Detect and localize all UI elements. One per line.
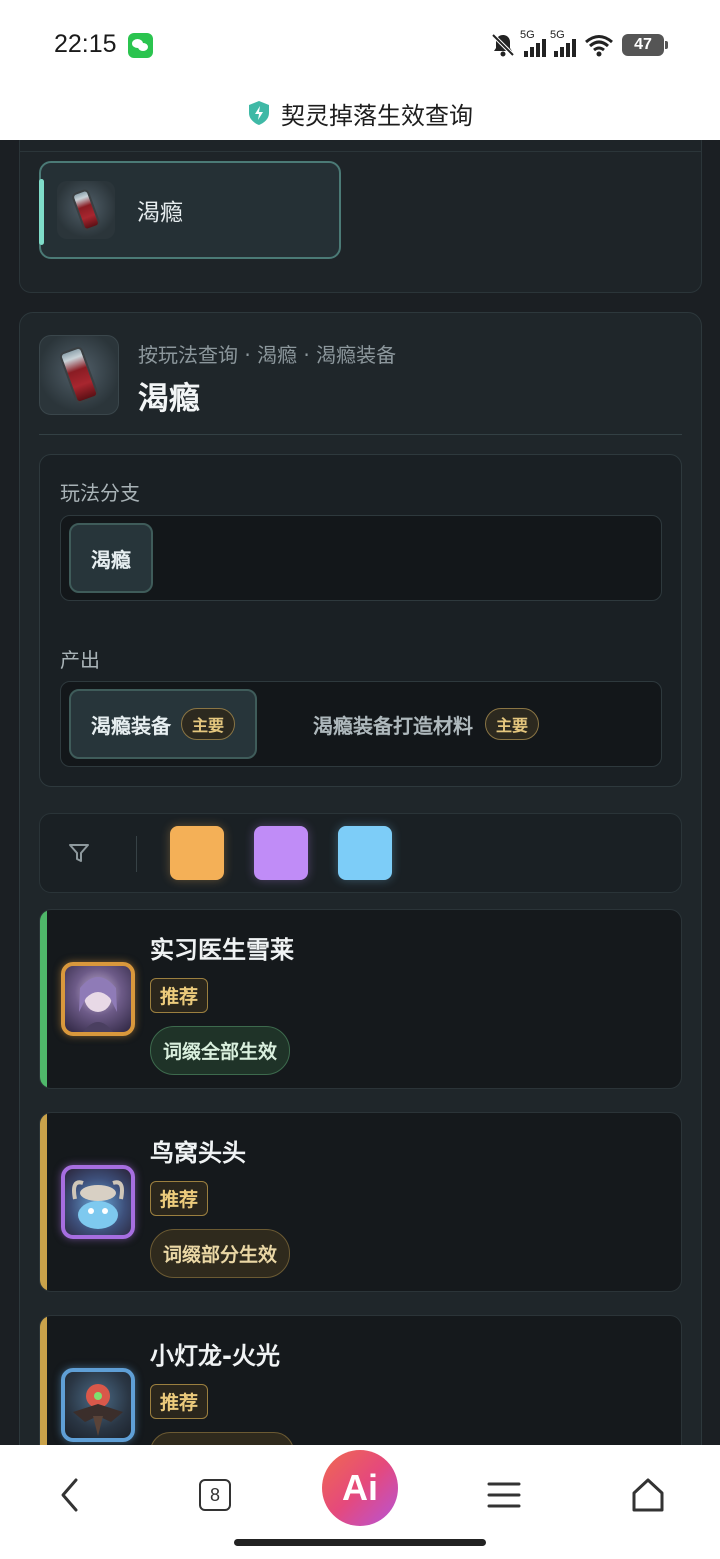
recommend-tag: 推荐 [150,978,209,1013]
ai-button[interactable]: Ai [322,1450,398,1526]
home-indicator [234,1539,486,1546]
signal-icon: 5G [550,29,576,57]
effect-tag: 词缀全部生效 [150,1026,291,1075]
output-chip-active[interactable]: 渴瘾装备 主要 [69,689,258,759]
rarity-swatch-blue[interactable] [338,826,392,880]
rarity-swatch-purple[interactable] [254,826,308,880]
divider [39,434,682,435]
status-icons: 5G 5G 47 [490,29,668,60]
primary-badge: 主要 [181,708,236,740]
wifi-icon [585,35,613,57]
vial-thumbnail [57,181,115,239]
card-name: 鸟窝头头 [150,1139,246,1167]
effect-tag [150,1432,294,1445]
shield-bolt-icon [249,101,269,125]
back-button[interactable] [40,1465,100,1525]
status-time: 22:15 [54,30,117,58]
detail-title: 渴瘾 [138,381,200,417]
home-button[interactable] [618,1465,678,1525]
rarity-swatch-orange[interactable] [170,826,224,880]
separator [136,836,137,872]
card-stripe [40,1113,47,1291]
vial-thumbnail [39,335,119,415]
browser-bottom-nav: 8 Ai [0,1445,720,1559]
card-stripe [40,910,47,1088]
branch-label: 玩法分支 [60,481,140,505]
output-chip-label: 渴瘾装备 [91,713,171,738]
branch-segment: 渴瘾 [60,515,662,601]
output-label: 产出 [60,648,100,672]
output-chip[interactable]: 渴瘾装备打造材料 主要 [313,689,540,759]
mode-option-selected[interactable]: 渴瘾 [39,161,341,259]
output-segment: 渴瘾装备 主要 渴瘾装备打造材料 主要 [60,681,662,767]
rarity-filter-bar [39,813,682,893]
mode-selector-panel: 渴瘾 [19,140,702,293]
avatar-bird-nest [61,1165,135,1239]
primary-badge: 主要 [485,708,540,740]
tabs-button[interactable]: 8 [185,1465,245,1525]
breadcrumb: 按玩法查询 · 渴瘾 · 渴瘾装备 [138,343,397,367]
branch-chip-label: 渴瘾 [91,547,131,572]
result-card[interactable]: 鸟窝头头 推荐 词缀部分生效 [39,1112,682,1292]
detail-panel: 按玩法查询 · 渴瘾 · 渴瘾装备 渴瘾 玩法分支 渴瘾 产出 渴瘾装备 主要 … [19,312,702,1445]
divider [20,151,701,152]
wechat-icon [128,33,153,58]
character-portrait [72,1180,124,1229]
result-card[interactable]: 实习医生雪莱 推荐 词缀全部生效 [39,909,682,1089]
status-bar: 22:15 5G 5G 47 [0,0,720,86]
character-portrait [79,977,117,1032]
home-icon [632,1478,664,1512]
chevron-left-icon [61,1478,78,1512]
result-card[interactable]: 小灯龙-火光 推荐 [39,1315,682,1445]
title-bar: 契灵掉落生效查询 [0,86,720,140]
avatar-doctor [61,962,135,1036]
signal-label: 5G [520,29,535,41]
character-portrait [73,1384,123,1436]
signal-label: 5G [550,29,565,41]
effect-tag: 词缀部分生效 [150,1229,291,1278]
menu-button[interactable] [474,1465,534,1525]
battery-icon: 47 [622,34,668,56]
signal-icon: 5G [520,29,546,57]
filter-box: 玩法分支 渴瘾 产出 渴瘾装备 主要 渴瘾装备打造材料 主要 [39,454,682,787]
recommend-tag: 推荐 [150,1384,209,1419]
menu-icon [487,1482,521,1508]
funnel-icon[interactable] [68,842,90,864]
content-area[interactable]: 渴瘾 按玩法查询 · 渴瘾 · 渴瘾装备 渴瘾 玩法分支 渴瘾 产出 渴瘾装备 … [0,140,720,1445]
selected-accent [39,179,44,245]
branch-chip-active[interactable]: 渴瘾 [69,523,153,593]
card-name: 实习医生雪莱 [150,936,294,964]
mode-option-label: 渴瘾 [137,200,183,226]
card-stripe [40,1316,47,1445]
tab-count: 8 [199,1479,231,1511]
avatar-lantern-dragon [61,1368,135,1442]
page-title: 契灵掉落生效查询 [281,101,473,130]
card-name: 小灯龙-火光 [150,1342,280,1370]
recommend-tag: 推荐 [150,1181,209,1216]
bell-muted-icon [491,33,515,57]
output-chip-label: 渴瘾装备打造材料 [313,713,473,738]
